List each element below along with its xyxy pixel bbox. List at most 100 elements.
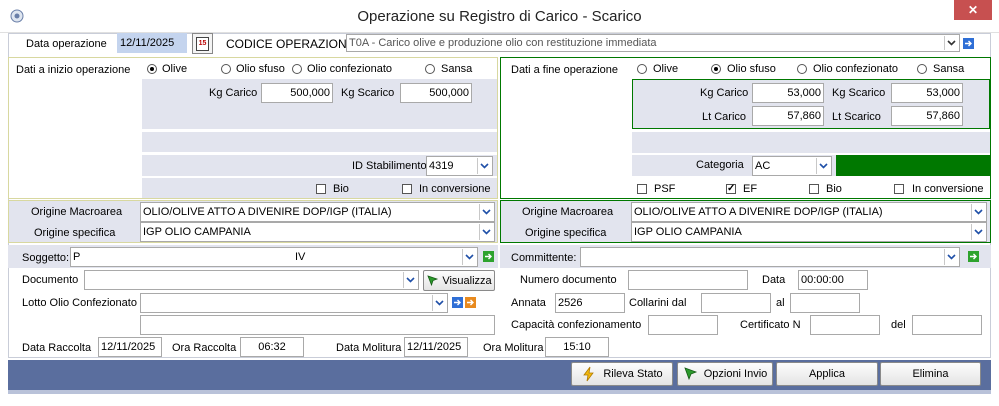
right-radio-olio-confezionato-label: Olio confezionato [813,63,898,75]
ef-checkbox[interactable]: ✓ [726,184,736,194]
left-radio-olio-sfuso-label: Olio sfuso [236,63,285,75]
ef-label: EF [743,183,758,195]
ora-raccolta-field[interactable]: 06:32 [240,337,304,357]
soggetto-go-button[interactable] [483,251,494,262]
soggetto-dropdown[interactable] [462,249,476,265]
codice-go-button[interactable] [963,38,974,49]
calendar-button[interactable]: 15 [192,33,213,54]
capacita-field[interactable] [648,315,718,335]
right-radio-olio-sfuso[interactable] [711,64,721,74]
arrow-right-icon [485,253,492,260]
right-spec-select[interactable]: IGP OLIO CAMPANIA [631,222,987,242]
lotto-dropdown[interactable] [432,295,446,311]
committente-dropdown[interactable] [944,249,958,265]
rileva-stato-label: Rileva Stato [603,368,663,380]
right-radio-olio-confezionato[interactable] [797,64,807,74]
committente-label: Committente: [511,252,577,264]
chevron-down-icon [974,209,983,215]
data-operazione-field[interactable]: 12/11/2025 [117,33,187,53]
elimina-button[interactable]: Elimina [880,362,981,386]
psf-checkbox[interactable] [637,184,647,194]
id-stabilimento-value: 4319 [429,160,454,172]
data-raccolta-field[interactable]: 12/11/2025 [98,337,162,357]
close-button[interactable]: ✕ [954,0,992,20]
documento-dropdown[interactable] [403,272,417,288]
lotto-link-button[interactable] [465,297,476,308]
left-spec-value: IGP OLIO CAMPANIA [143,226,251,238]
visualizza-button[interactable]: Visualizza [423,270,495,291]
documento-select[interactable] [84,270,419,290]
certificato-del-field[interactable] [912,315,982,335]
right-kg-carico-field[interactable]: 53,000 [752,83,824,103]
left-spec-dropdown[interactable] [479,224,493,240]
left-bio-checkbox[interactable] [316,184,326,194]
window-title: Operazione su Registro di Carico - Scari… [357,8,642,25]
right-bio-label: Bio [826,183,842,195]
id-stab-dropdown[interactable] [477,158,491,174]
right-mid-section [632,132,990,153]
categoria-dropdown[interactable] [816,158,830,174]
close-icon: ✕ [967,3,979,17]
chevron-down-icon [974,229,983,235]
right-radio-olive[interactable] [637,64,647,74]
left-kg-carico-field[interactable]: 500,000 [261,83,333,103]
left-bio-label: Bio [333,183,349,195]
right-lt-scarico-field[interactable]: 57,860 [891,106,963,126]
certificato-field[interactable] [810,315,880,335]
left-macro-dropdown[interactable] [479,204,493,220]
left-radio-sansa[interactable] [425,64,435,74]
cursor-arrow-icon [684,367,697,381]
codice-operazione-label: CODICE OPERAZIONE: [226,37,359,51]
right-header: Dati a fine operazione [511,64,619,76]
rileva-stato-button[interactable]: Rileva Stato [571,362,673,386]
applica-label: Applica [808,368,846,380]
capacita-label: Capacità confezionamento [511,319,642,331]
left-kg-scarico-field[interactable]: 500,000 [400,83,472,103]
chevron-down-icon [465,254,474,260]
soggetto-value-right: IV [295,251,306,263]
opzioni-invio-label: Opzioni Invio [703,368,768,380]
right-lt-carico-field[interactable]: 57,860 [752,106,824,126]
codice-operazione-select[interactable]: T0A - Carico olive e produzione olio con… [346,34,960,52]
ora-molitura-label: Ora Molitura [483,342,544,354]
chevron-down-icon [819,163,828,169]
chevron-down-icon [947,40,956,46]
left-radio-olio-sfuso[interactable] [221,64,231,74]
right-macro-select[interactable]: OLIO/OLIVE ATTO A DIVENIRE DOP/IGP (ITAL… [631,202,987,222]
data-operazione-label: Data operazione [26,38,107,50]
opzioni-invio-button[interactable]: Opzioni Invio [677,362,773,386]
lotto-select[interactable] [140,293,448,313]
categoria-select[interactable]: AC [752,156,832,176]
collarini-al-field[interactable] [790,293,860,313]
arrow-right-icon [467,299,474,306]
lotto-extra-field[interactable] [140,315,495,335]
left-radio-olio-confezionato[interactable] [292,64,302,74]
numdoc-data-field[interactable]: 00:00:00 [798,270,868,290]
left-spec-select[interactable]: IGP OLIO CAMPANIA [140,222,495,242]
committente-select[interactable] [580,247,960,267]
right-kg-scarico-field[interactable]: 53,000 [891,83,963,103]
documento-label: Documento [22,274,79,286]
right-macro-dropdown[interactable] [971,204,985,220]
lotto-go-button[interactable] [452,297,463,308]
codice-dropdown[interactable] [944,36,958,50]
collarini-dal-field[interactable] [701,293,771,313]
applica-button[interactable]: Applica [776,362,878,386]
chevron-down-icon [406,277,415,283]
cursor-arrow-icon [427,274,439,286]
data-molitura-field[interactable]: 12/11/2025 [404,337,468,357]
committente-go-button[interactable] [968,251,979,262]
numero-documento-field[interactable] [628,270,748,290]
soggetto-select[interactable]: P IV [70,247,478,267]
annata-field[interactable]: 2526 [555,293,625,313]
right-bio-checkbox[interactable] [809,184,819,194]
id-stabilimento-select[interactable]: 4319 [426,156,493,176]
left-radio-olive[interactable] [147,64,157,74]
left-conversione-checkbox[interactable] [402,184,412,194]
right-conversione-checkbox[interactable] [894,184,904,194]
right-spec-dropdown[interactable] [971,224,985,240]
right-radio-sansa[interactable] [917,64,927,74]
arrow-right-icon [970,253,977,260]
left-macro-select[interactable]: OLIO/OLIVE ATTO A DIVENIRE DOP/IGP (ITAL… [140,202,495,222]
ora-molitura-field[interactable]: 15:10 [545,337,609,357]
